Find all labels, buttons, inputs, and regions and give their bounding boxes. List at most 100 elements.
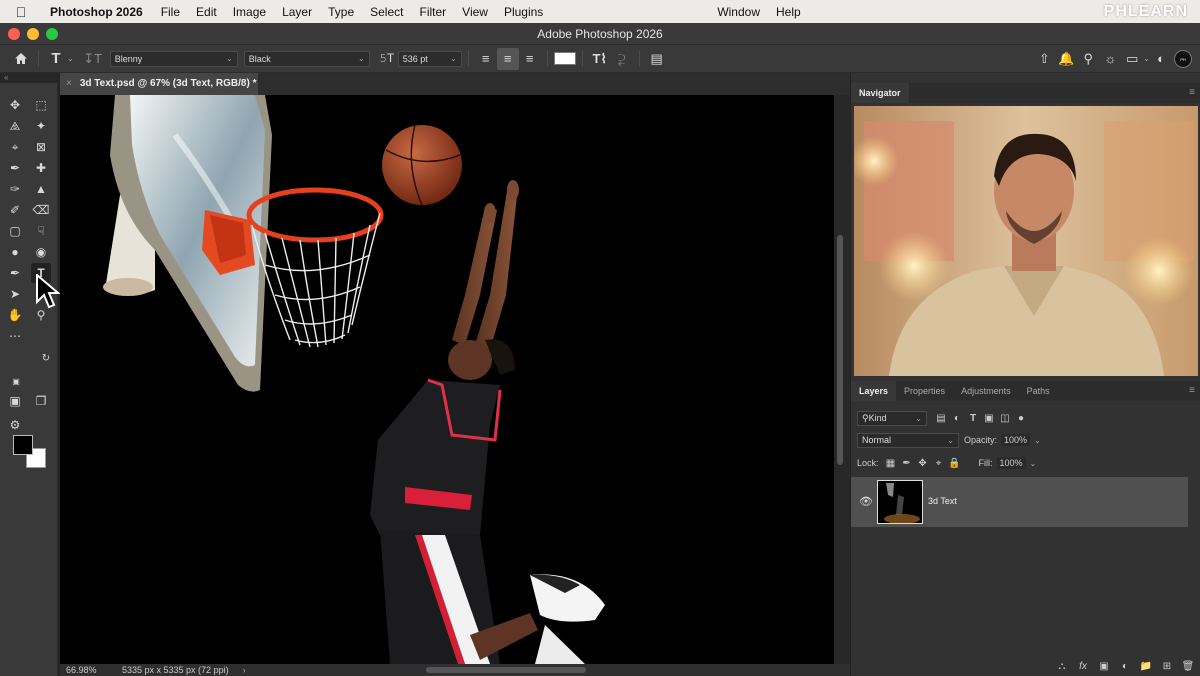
tab-navigator[interactable]: Navigator bbox=[851, 83, 909, 103]
vertical-scrollbar[interactable] bbox=[837, 235, 843, 465]
delete-layer-trash-icon[interactable]: 🗑 bbox=[1181, 661, 1195, 672]
lock-all-icon[interactable]: 🔒 bbox=[947, 455, 963, 471]
notifications-bell-icon[interactable]: 🔔 bbox=[1055, 48, 1077, 70]
menu-select[interactable]: Select bbox=[362, 5, 411, 19]
font-style-select[interactable]: Black ⌄ bbox=[243, 50, 370, 67]
dodge-tool-icon[interactable]: ● bbox=[5, 242, 25, 262]
zoom-level[interactable]: 66.98% bbox=[66, 665, 122, 675]
warp-text-icon[interactable]: T⌇ bbox=[589, 48, 611, 70]
panel-menu-icon[interactable]: ≡ bbox=[1189, 87, 1195, 98]
blend-mode-select[interactable]: Normal ⌄ bbox=[857, 432, 959, 448]
lock-artboard-icon[interactable]: ⌖ bbox=[931, 455, 947, 471]
align-left-icon[interactable]: ≡ bbox=[475, 48, 497, 70]
align-center-icon[interactable]: ≡ bbox=[496, 47, 519, 70]
tab-adjustments[interactable]: Adjustments bbox=[953, 381, 1019, 401]
type-3d-icon[interactable]: ⥻ bbox=[611, 48, 633, 70]
home-icon[interactable] bbox=[10, 48, 32, 70]
object-selection-tool-icon[interactable]: ◉ bbox=[31, 242, 51, 262]
opacity-input[interactable]: 100% bbox=[1001, 434, 1031, 446]
gradient-tool-icon[interactable]: ▢ bbox=[5, 221, 25, 241]
new-group-folder-icon[interactable]: 📁 bbox=[1139, 661, 1153, 672]
magic-wand-tool-icon[interactable]: ✦ bbox=[31, 116, 51, 136]
lock-image-pixels-icon[interactable]: ✒ bbox=[899, 455, 915, 471]
discover-lightbulb-icon[interactable]: ☼ bbox=[1099, 48, 1121, 70]
clone-stamp-tool-icon[interactable]: ▲ bbox=[31, 179, 51, 199]
type-layer-filter-icon[interactable]: T bbox=[965, 410, 981, 426]
font-family-select[interactable]: Blenny ⌄ bbox=[109, 50, 238, 67]
shape-layer-filter-icon[interactable]: ▣ bbox=[981, 410, 997, 426]
document-tab[interactable]: × 3d Text.psd @ 67% (3d Text, RGB/8) * bbox=[60, 73, 258, 95]
workspace-chevron-icon[interactable]: ⌄ bbox=[1143, 54, 1150, 63]
lasso-tool-icon[interactable]: ⧌ bbox=[5, 116, 25, 136]
layer-name[interactable]: 3d Text bbox=[928, 496, 957, 506]
pen-tool-icon[interactable]: ✒ bbox=[5, 263, 25, 283]
frame-tool-icon[interactable]: ⊠ bbox=[31, 137, 51, 157]
eraser-tool-icon[interactable]: ⌫ bbox=[31, 200, 51, 220]
smudge-tool-icon[interactable]: ☟ bbox=[31, 221, 51, 241]
layer-row-3d-text[interactable]: 👁 3d Text bbox=[851, 477, 1188, 527]
character-panel-icon[interactable]: ▤ bbox=[646, 48, 668, 70]
tab-paths[interactable]: Paths bbox=[1019, 381, 1058, 401]
type-tool-preset-icon[interactable]: T bbox=[45, 48, 67, 70]
font-size-select[interactable]: 536 pt ⌄ bbox=[397, 50, 462, 67]
adjustment-layer-icon[interactable]: ◐ bbox=[1118, 661, 1132, 672]
default-colors-icon[interactable]: ▣ bbox=[6, 371, 26, 391]
path-selection-tool-icon[interactable]: ➤ bbox=[5, 284, 25, 304]
cloud-docs-icon[interactable]: ◐ bbox=[1150, 48, 1172, 70]
menu-layer[interactable]: Layer bbox=[274, 5, 320, 19]
eyedropper-tool-icon[interactable]: ✒ bbox=[5, 158, 25, 178]
quick-mask-icon[interactable]: ▣ bbox=[5, 391, 25, 411]
filter-toggle-icon[interactable]: ● bbox=[1013, 410, 1029, 426]
smart-object-filter-icon[interactable]: ◫ bbox=[997, 410, 1013, 426]
layer-style-fx-icon[interactable]: fx bbox=[1076, 661, 1090, 672]
spot-healing-tool-icon[interactable]: ✚ bbox=[31, 158, 51, 178]
menu-view[interactable]: View bbox=[454, 5, 496, 19]
tab-properties[interactable]: Properties bbox=[896, 381, 953, 401]
lock-transparent-pixels-icon[interactable]: ▦ bbox=[883, 455, 899, 471]
move-tool-icon[interactable]: ✥ bbox=[5, 95, 25, 115]
hand-tool-icon[interactable]: ✋ bbox=[5, 305, 25, 325]
menu-edit[interactable]: Edit bbox=[188, 5, 225, 19]
search-icon[interactable]: ⚲ bbox=[1077, 48, 1099, 70]
menu-file[interactable]: File bbox=[153, 5, 188, 19]
menu-filter[interactable]: Filter bbox=[411, 5, 454, 19]
opacity-chevron-icon[interactable]: ⌄ bbox=[1034, 436, 1041, 445]
pixel-layer-filter-icon[interactable]: ▤ bbox=[933, 410, 949, 426]
add-mask-icon[interactable]: ▣ bbox=[1097, 661, 1111, 672]
minimize-window-button[interactable] bbox=[27, 28, 39, 40]
marquee-tool-icon[interactable]: ⬚ bbox=[31, 95, 51, 115]
fill-chevron-icon[interactable]: ⌄ bbox=[1030, 459, 1037, 468]
screen-mode-icon[interactable]: ❐ bbox=[31, 391, 51, 411]
edit-toolbar-icon[interactable]: ⚙ bbox=[5, 415, 25, 435]
layer-thumbnail[interactable] bbox=[877, 480, 923, 524]
adjustment-layer-filter-icon[interactable]: ◐ bbox=[949, 410, 965, 426]
panel-collapse-toggle[interactable]: « bbox=[0, 73, 60, 83]
document-canvas[interactable] bbox=[60, 95, 834, 664]
zoom-window-button[interactable] bbox=[46, 28, 58, 40]
align-right-icon[interactable]: ≡ bbox=[519, 48, 541, 70]
share-icon[interactable]: ⇧ bbox=[1033, 48, 1055, 70]
more-tools-icon[interactable]: ⋯ bbox=[5, 326, 25, 346]
foreground-color-swatch[interactable] bbox=[13, 435, 33, 455]
swap-colors-icon[interactable]: ↻ bbox=[36, 348, 56, 368]
workspace-icon[interactable]: ▭ bbox=[1121, 48, 1143, 70]
apple-menu-icon[interactable]:  bbox=[0, 4, 42, 20]
menu-type[interactable]: Type bbox=[320, 5, 362, 19]
panel-menu-icon[interactable]: ≡ bbox=[1189, 385, 1195, 396]
text-color-swatch[interactable] bbox=[553, 52, 576, 65]
user-avatar-icon[interactable]: PH bbox=[1172, 48, 1194, 70]
menu-plugins[interactable]: Plugins bbox=[496, 5, 551, 19]
history-brush-tool-icon[interactable]: ✐ bbox=[5, 200, 25, 220]
preset-chevron-icon[interactable]: ⌄ bbox=[67, 54, 74, 63]
visibility-eye-icon[interactable]: 👁 bbox=[859, 495, 873, 508]
status-menu-chevron-icon[interactable]: › bbox=[243, 665, 246, 675]
horizontal-scrollbar[interactable] bbox=[426, 667, 586, 673]
link-layers-icon[interactable]: ⛬ bbox=[1055, 661, 1069, 672]
new-layer-icon[interactable]: ⊞ bbox=[1160, 661, 1174, 672]
menu-image[interactable]: Image bbox=[225, 5, 274, 19]
close-window-button[interactable] bbox=[8, 28, 20, 40]
close-tab-icon[interactable]: × bbox=[66, 78, 72, 89]
filter-kind-select[interactable]: ⚲Kind ⌄ bbox=[857, 410, 927, 426]
lock-position-icon[interactable]: ✥ bbox=[915, 455, 931, 471]
fill-input[interactable]: 100% bbox=[996, 457, 1026, 469]
